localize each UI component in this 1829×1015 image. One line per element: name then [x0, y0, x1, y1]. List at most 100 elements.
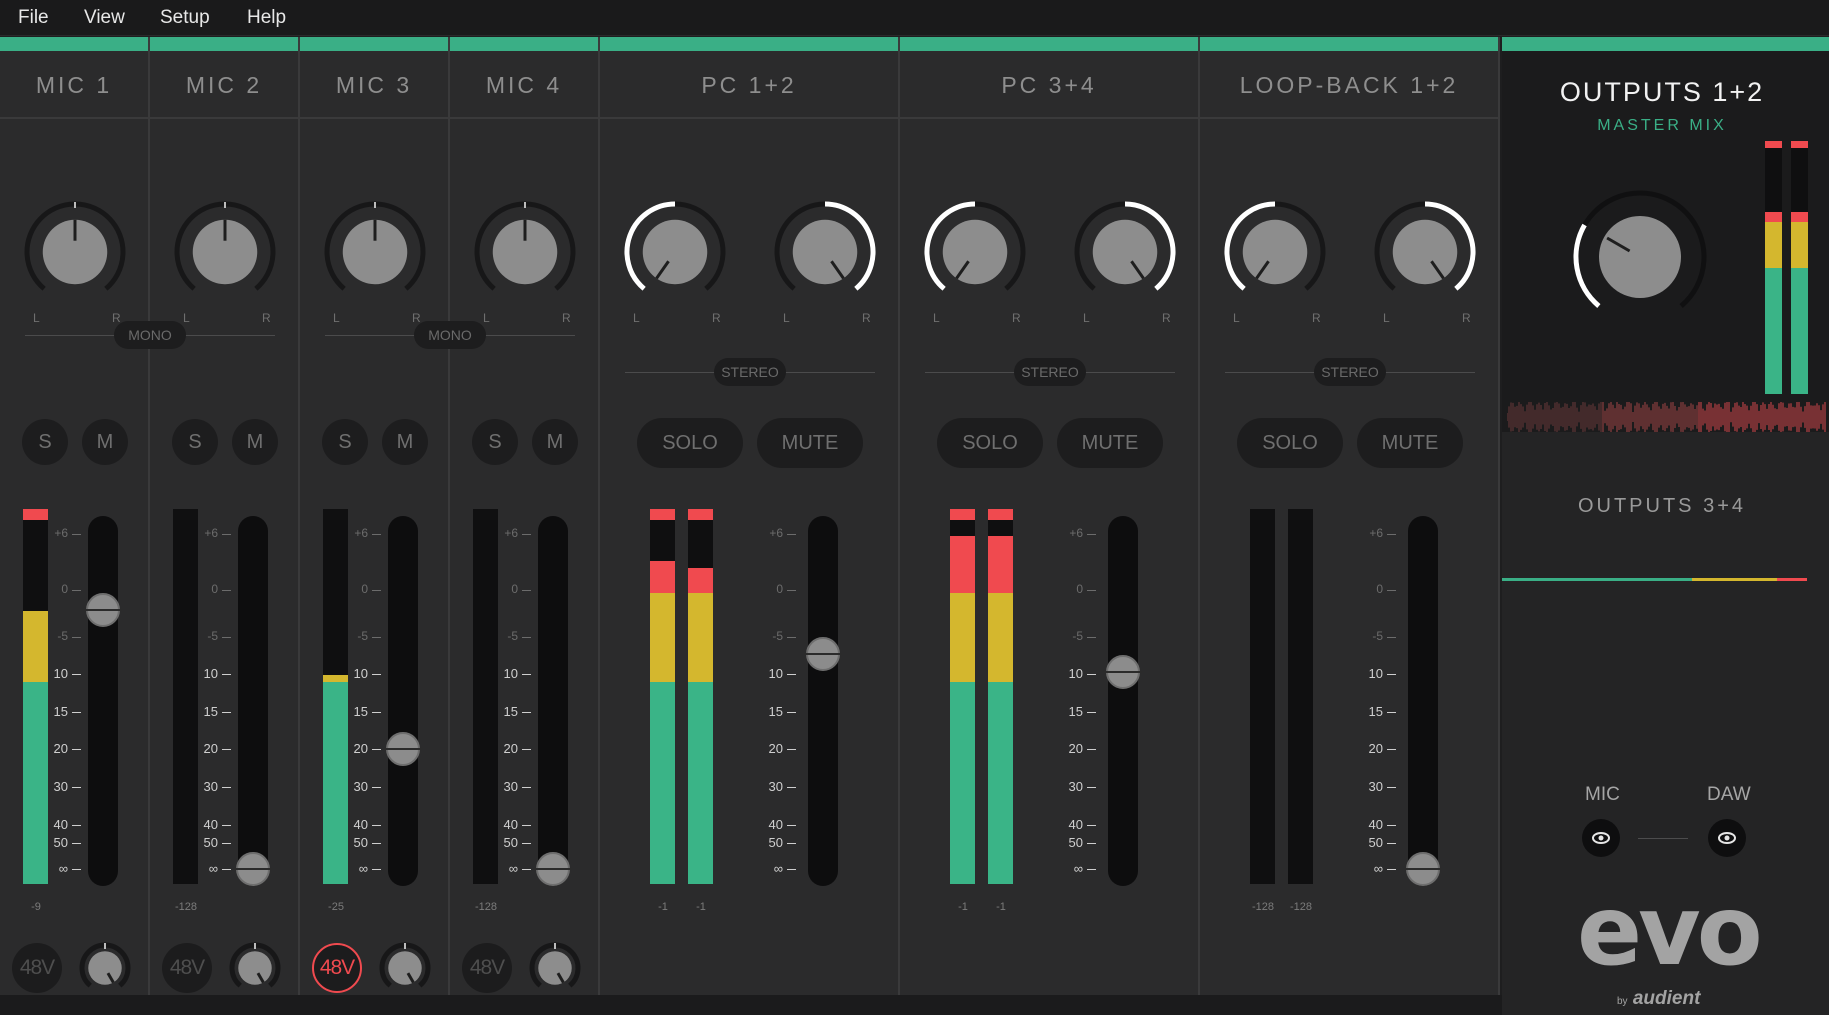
fader-track[interactable] [1408, 516, 1438, 886]
fader-scale-label: 20 [768, 741, 783, 756]
channel-strip-mic-4: MIC 4LRSM+60-5101520304050∞-12848VGAIN [450, 37, 600, 1015]
pan-left-knob[interactable] [1223, 200, 1327, 304]
fader-track[interactable] [388, 516, 418, 886]
mute-button[interactable]: M [532, 419, 578, 465]
gain-knob[interactable] [228, 941, 282, 995]
fader-scale-tick [222, 825, 231, 826]
outputs-3-4-title[interactable]: OUTPUTS 3+4 [1502, 495, 1822, 518]
fader-scale-tick [1387, 534, 1396, 535]
fader-track[interactable] [88, 516, 118, 886]
mute-button[interactable]: M [232, 419, 278, 465]
fader-scale-tick [222, 637, 231, 638]
mic-monitor-eye-button[interactable] [1582, 819, 1620, 857]
fader-track[interactable] [538, 516, 568, 886]
fader-scale-tick [1387, 749, 1396, 750]
menu-view[interactable]: View [84, 0, 125, 36]
fader-cap[interactable] [384, 732, 422, 766]
solo-button[interactable]: S [322, 419, 368, 465]
phantom-power-button[interactable]: 48V [162, 943, 212, 993]
fader-track[interactable] [1108, 516, 1138, 886]
pan-knob[interactable] [323, 200, 427, 304]
fader-scale-tick [1087, 869, 1096, 870]
mono-link-toggle[interactable]: MONO [414, 321, 486, 349]
meter-clip-indicator [473, 509, 498, 520]
fader-scale-label: +6 [1369, 526, 1383, 540]
channel-name: MIC 2 [150, 51, 298, 119]
daw-monitor-eye-button[interactable] [1708, 819, 1746, 857]
pan-knob[interactable] [473, 200, 577, 304]
fader-cap[interactable] [234, 852, 272, 886]
outputs-accent-bar [1502, 37, 1829, 51]
channel-accent-bar [900, 37, 1198, 51]
mute-button[interactable]: MUTE [1057, 418, 1163, 468]
solo-button[interactable]: S [22, 419, 68, 465]
solo-button[interactable]: S [472, 419, 518, 465]
outputs-1-2-section[interactable]: OUTPUTS 1+2 MASTER MIX [1502, 37, 1829, 432]
master-volume-knob[interactable] [1570, 187, 1710, 327]
pan-right-knob[interactable] [773, 200, 877, 304]
pan-right-knob[interactable] [1373, 200, 1477, 304]
fader-scale-label: 0 [361, 582, 368, 596]
fader-scale-label: ∞ [58, 861, 68, 876]
fader-scale-label: -5 [507, 629, 518, 643]
mute-button[interactable]: M [82, 419, 128, 465]
gain-knob[interactable] [78, 941, 132, 995]
stereo-link-toggle[interactable]: STEREO [1314, 358, 1386, 386]
fader-cap[interactable] [534, 852, 572, 886]
menu-file[interactable]: File [18, 0, 49, 36]
fader-scale-label: -5 [772, 629, 783, 643]
fader-scale-tick [1087, 674, 1096, 675]
mute-button[interactable]: MUTE [1357, 418, 1463, 468]
fader-scale-tick [372, 590, 381, 591]
fader-cap[interactable] [804, 637, 842, 671]
fader-scale-tick [222, 674, 231, 675]
mute-button[interactable]: MUTE [757, 418, 863, 468]
solo-button[interactable]: SOLO [937, 418, 1043, 468]
fader-scale-label: 30 [53, 779, 68, 794]
fader-scale-tick [222, 787, 231, 788]
fader-scale-label: 50 [53, 835, 68, 850]
phantom-power-button[interactable]: 48V [462, 943, 512, 993]
menu-help[interactable]: Help [247, 0, 286, 36]
fader-scale-label: -5 [57, 629, 68, 643]
phantom-power-button[interactable]: 48V [312, 943, 362, 993]
solo-button[interactable]: SOLO [1237, 418, 1343, 468]
meter-green-segment [688, 681, 713, 884]
fader-scale-label: 30 [768, 779, 783, 794]
solo-button[interactable]: SOLO [637, 418, 743, 468]
fader-scale-tick [1087, 787, 1096, 788]
fader-scale-tick [372, 825, 381, 826]
fader-scale-tick [372, 712, 381, 713]
gain-knob[interactable] [528, 941, 582, 995]
stereo-link-toggle[interactable]: STEREO [1014, 358, 1086, 386]
stereo-link-toggle[interactable]: STEREO [714, 358, 786, 386]
fader-cap[interactable] [1104, 655, 1142, 689]
outputs-3-4-level-bar [1502, 578, 1807, 581]
gain-knob[interactable] [378, 941, 432, 995]
pan-right-label: R [1462, 311, 1471, 325]
fader-track[interactable] [238, 516, 268, 886]
fader-scale-label: 40 [768, 817, 783, 832]
channel-accent-bar [450, 37, 598, 51]
fader-cap[interactable] [1404, 852, 1442, 886]
menu-setup[interactable]: Setup [160, 0, 210, 36]
fader-scale-tick [1387, 637, 1396, 638]
level-meter-right [688, 509, 713, 884]
mute-button[interactable]: M [382, 419, 428, 465]
evo-logo: evo [1577, 875, 1763, 987]
pan-right-knob[interactable] [1073, 200, 1177, 304]
channel-name: PC 1+2 [600, 51, 898, 119]
pan-knob[interactable] [23, 200, 127, 304]
fader-track[interactable] [808, 516, 838, 886]
fader-scale-label: ∞ [208, 861, 218, 876]
pan-right-label: R [1012, 311, 1021, 325]
pan-left-knob[interactable] [923, 200, 1027, 304]
level-meter-right [1288, 509, 1313, 884]
pan-left-knob[interactable] [623, 200, 727, 304]
fader-scale-tick [522, 749, 531, 750]
phantom-power-button[interactable]: 48V [12, 943, 62, 993]
fader-cap[interactable] [84, 593, 122, 627]
solo-button[interactable]: S [172, 419, 218, 465]
mono-link-toggle[interactable]: MONO [114, 321, 186, 349]
pan-knob[interactable] [173, 200, 277, 304]
